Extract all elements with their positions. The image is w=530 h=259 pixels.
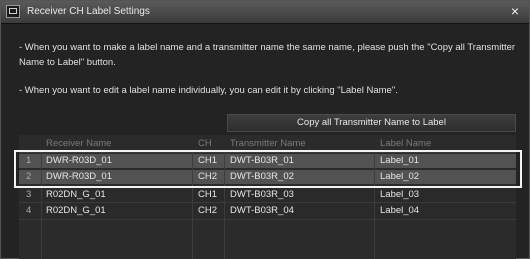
transmitter-name-cell: DWT-B03R_01 bbox=[230, 155, 294, 166]
label-name-cell[interactable]: Label_04 bbox=[380, 205, 419, 216]
row-index: 2 bbox=[26, 171, 32, 182]
column-divider bbox=[224, 152, 225, 259]
label-name-cell[interactable]: Label_01 bbox=[380, 155, 419, 166]
row-index: 4 bbox=[26, 205, 32, 216]
channel-label-table: Receiver Name CH Transmitter Name Label … bbox=[19, 135, 516, 259]
row-index: 1 bbox=[26, 155, 32, 166]
row-divider bbox=[19, 202, 516, 203]
table-row[interactable]: 2 DWR-R03D_01 CH2 DWT-B03R_02 Label_02 bbox=[19, 170, 516, 184]
instruction-edit-label: - When you want to edit a label name ind… bbox=[19, 85, 398, 96]
receiver-name-cell: DWR-R03D_01 bbox=[46, 171, 112, 182]
receiver-name-cell: DWR-R03D_01 bbox=[46, 155, 112, 166]
transmitter-name-cell: DWT-B03R_02 bbox=[230, 171, 294, 182]
ch-cell: CH2 bbox=[198, 171, 218, 182]
label-name-cell[interactable]: Label_02 bbox=[380, 171, 419, 182]
table-row[interactable]: 1 DWR-R03D_01 CH1 DWT-B03R_01 Label_01 bbox=[19, 154, 516, 168]
row-divider bbox=[19, 186, 516, 187]
ch-cell: CH2 bbox=[198, 205, 218, 216]
transmitter-name-cell: DWT-B03R_03 bbox=[230, 189, 294, 200]
table-row[interactable]: 3 R02DN_G_01 CH1 DWT-B03R_03 Label_03 bbox=[19, 188, 516, 202]
instruction-copy-all: - When you want to make a label name and… bbox=[19, 42, 516, 68]
app-icon bbox=[6, 5, 20, 18]
column-divider bbox=[374, 152, 375, 259]
ch-cell: CH1 bbox=[198, 189, 218, 200]
receiver-name-cell: R02DN_G_01 bbox=[46, 205, 106, 216]
column-divider bbox=[192, 152, 193, 259]
row-divider bbox=[19, 219, 516, 220]
close-button[interactable]: × bbox=[507, 3, 523, 20]
receiver-name-cell: R02DN_G_01 bbox=[46, 189, 106, 200]
window-title: Receiver CH Label Settings bbox=[27, 6, 150, 17]
ch-cell: CH1 bbox=[198, 155, 218, 166]
transmitter-name-cell: DWT-B03R_04 bbox=[230, 205, 294, 216]
receiver-ch-label-settings-window: Receiver CH Label Settings × - When you … bbox=[0, 0, 530, 259]
table-row[interactable]: 4 R02DN_G_01 CH2 DWT-B03R_04 Label_04 bbox=[19, 204, 516, 218]
copy-all-transmitter-name-button[interactable]: Copy all Transmitter Name to Label bbox=[227, 114, 516, 132]
column-header-receiver-name: Receiver Name bbox=[46, 138, 112, 149]
column-divider bbox=[41, 152, 42, 259]
header-divider bbox=[19, 152, 516, 153]
title-bar[interactable]: Receiver CH Label Settings × bbox=[1, 1, 529, 24]
column-header-transmitter-name: Transmitter Name bbox=[230, 138, 306, 149]
column-header-label-name: Label Name bbox=[380, 138, 432, 149]
row-index: 3 bbox=[26, 189, 32, 200]
column-header-ch: CH bbox=[198, 138, 212, 149]
label-name-cell[interactable]: Label_03 bbox=[380, 189, 419, 200]
